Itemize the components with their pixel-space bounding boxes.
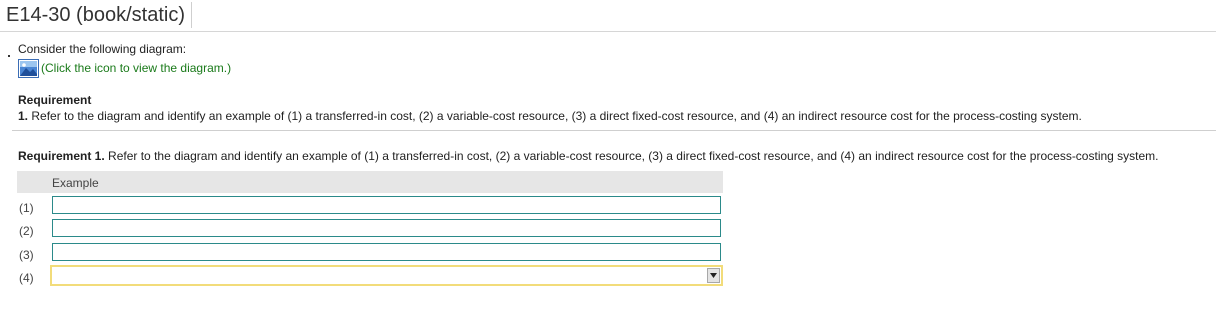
diagram-link-text[interactable]: (Click the icon to view the diagram.) xyxy=(41,61,231,75)
requirement-heading: Requirement xyxy=(18,93,92,107)
section-divider xyxy=(12,130,1216,131)
bullet-dot xyxy=(8,55,10,57)
requirement1-label: Requirement 1. xyxy=(18,149,105,163)
answer-input-2[interactable] xyxy=(52,219,721,237)
row-label-1: (1) xyxy=(19,201,34,215)
requirement1-body: Refer to the diagram and identify an exa… xyxy=(108,149,1159,163)
answer-input-1[interactable] xyxy=(52,196,721,214)
row-label-4: (4) xyxy=(19,271,34,285)
view-diagram-link[interactable]: (Click the icon to view the diagram.) xyxy=(18,58,231,78)
answer-select-4[interactable] xyxy=(50,265,723,286)
image-icon[interactable] xyxy=(18,58,39,78)
requirement1-prompt: Requirement 1. Refer to the diagram and … xyxy=(18,149,1159,163)
page-title: E14-30 (book/static) xyxy=(6,2,192,28)
requirement-number: 1. xyxy=(18,109,29,123)
answer-table-header: Example xyxy=(17,171,723,193)
row-label-2: (2) xyxy=(19,224,34,238)
chevron-down-icon xyxy=(710,273,717,278)
requirement-body: Refer to the diagram and identify an exa… xyxy=(31,109,1082,123)
column-header-example: Example xyxy=(52,176,99,190)
requirement-text: 1. Refer to the diagram and identify an … xyxy=(18,109,1082,123)
consider-text: Consider the following diagram: xyxy=(18,42,187,56)
dropdown-button[interactable] xyxy=(707,268,720,283)
row-label-3: (3) xyxy=(19,248,34,262)
answer-input-3[interactable] xyxy=(52,243,721,261)
title-bar: E14-30 (book/static) xyxy=(0,0,1216,32)
